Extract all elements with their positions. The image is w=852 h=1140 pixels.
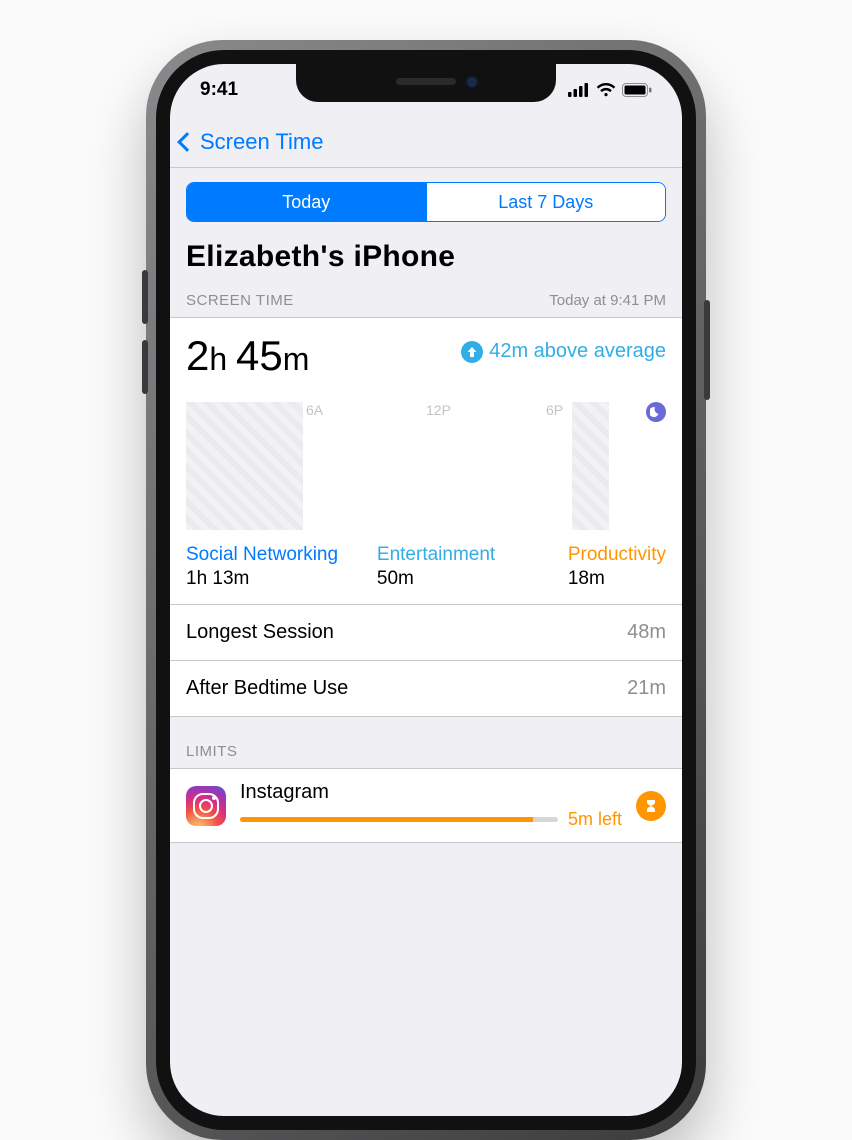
stat-label: Longest Session [186,621,334,644]
segmented-control: Today Last 7 Days [186,182,666,222]
limit-row[interactable]: Instagram 5m left [170,769,682,842]
speaker-grille [396,78,456,85]
section-label: SCREEN TIME [186,292,294,309]
limit-remaining: 5m left [568,809,622,830]
segmented-control-wrap: Today Last 7 Days [170,168,682,236]
status-time: 9:41 [200,79,238,101]
stat-value: 48m [627,621,666,644]
phone-screen: 9:41 Screen Time Today Last 7 Days [170,64,682,1116]
arrow-up-icon [461,341,483,363]
volume-down-button[interactable] [142,340,148,394]
category-label: Productivity [568,544,666,566]
power-button[interactable] [704,300,710,400]
category-item[interactable]: Productivity18m [568,544,666,590]
stat-label: After Bedtime Use [186,677,348,700]
nav-bar: Screen Time [170,116,682,168]
category-breakdown: Social Networking1h 13mEntertainment50mP… [186,544,666,590]
category-value: 18m [568,568,666,590]
limit-progress-track [240,817,558,822]
battery-icon [622,83,652,97]
segment-last-7-days[interactable]: Last 7 Days [426,183,666,221]
usage-chart[interactable]: 12A 6A 12P 6P [186,402,666,530]
category-value: 1h 13m [186,568,367,590]
phone-bezel: 9:41 Screen Time Today Last 7 Days [156,50,696,1130]
hourglass-icon [636,791,666,821]
limit-progress-fill [240,817,533,822]
section-timestamp: Today at 9:41 PM [549,292,666,309]
above-average-text: 42m above average [489,340,666,363]
instagram-icon [186,786,226,826]
back-button[interactable]: Screen Time [180,129,324,155]
limits-header: LIMITS [170,717,682,768]
limits-card: Instagram 5m left [170,768,682,843]
category-label: Entertainment [377,544,558,566]
device-title: Elizabeth's iPhone [186,240,666,274]
front-camera [466,76,478,88]
stat-value: 21m [627,677,666,700]
screen-time-card: 2h 45m 42m above average 12A [170,317,682,717]
segment-today[interactable]: Today [187,183,426,221]
category-value: 50m [377,568,558,590]
notch [296,64,556,102]
total-screen-time: 2h 45m [186,332,309,380]
category-item[interactable]: Entertainment50m [377,544,558,590]
back-label: Screen Time [200,129,324,155]
section-header: SCREEN TIME Today at 9:41 PM [170,292,682,317]
volume-up-button[interactable] [142,270,148,324]
category-label: Social Networking [186,544,367,566]
cellular-icon [568,83,590,97]
stat-row[interactable]: After Bedtime Use 21m [170,660,682,716]
chevron-left-icon [177,132,197,152]
above-average-indicator: 42m above average [461,340,666,363]
category-item[interactable]: Social Networking1h 13m [186,544,367,590]
limit-app-name: Instagram [240,781,622,804]
phone-frame: 9:41 Screen Time Today Last 7 Days [146,40,706,1140]
wifi-icon [596,83,616,97]
stat-row[interactable]: Longest Session 48m [170,604,682,660]
